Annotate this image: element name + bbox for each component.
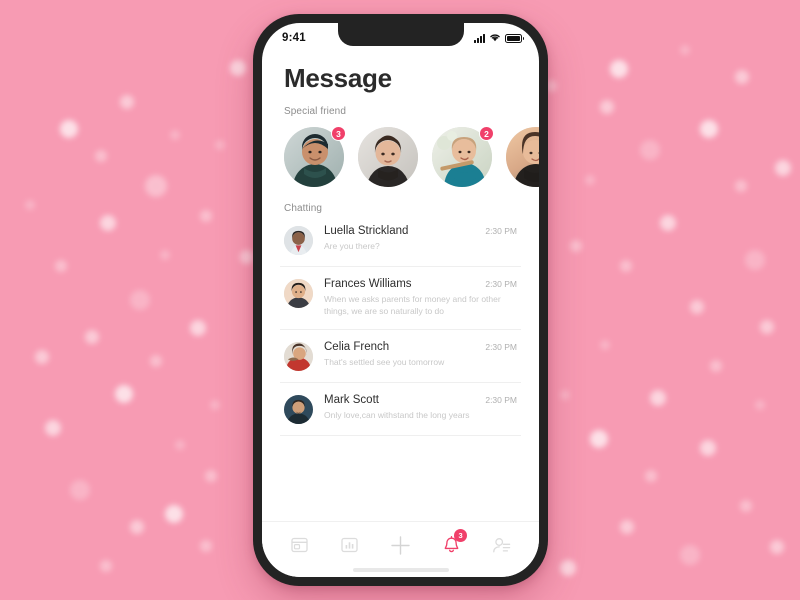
avatar (284, 226, 313, 255)
notification-badge: 3 (454, 529, 468, 542)
message-time: 2:30 PM (485, 341, 517, 352)
list-item-body: Celia French 2:30 PM That's settled see … (324, 341, 517, 368)
list-item[interactable]: Celia French 2:30 PM That's settled see … (280, 330, 521, 383)
status-time: 9:41 (282, 32, 306, 44)
list-item-body: Frances Williams 2:30 PM When we asks pa… (324, 278, 517, 318)
tab-notifications[interactable]: 3 (434, 529, 468, 557)
message-time: 2:30 PM (485, 279, 517, 289)
list-item-header: Mark Scott 2:30 PM (324, 394, 517, 406)
message-preview: Are you there? (324, 241, 380, 251)
window-card-icon (291, 537, 308, 553)
bottom-tab-bar[interactable]: 3 (262, 521, 539, 563)
list-item-body: Mark Scott 2:30 PM Only love,can withsta… (324, 394, 517, 421)
chat-list[interactable]: Luella Strickland 2:30 PM Are you there? (262, 214, 539, 436)
list-item-header: Celia French 2:30 PM (324, 341, 517, 353)
list-item[interactable]: Luella Strickland 2:30 PM Are you there? (280, 214, 521, 267)
phone-frame: 9:41 Message Special friend 3 2 Chatting… (253, 14, 548, 586)
special-friend-row[interactable]: 3 2 (262, 117, 539, 197)
avatar (284, 279, 313, 308)
chat-area: Luella Strickland 2:30 PM Are you there? (262, 214, 539, 521)
contact-person-icon (492, 537, 511, 554)
friend-badge: 2 (479, 126, 494, 141)
special-friend-item[interactable] (358, 127, 418, 187)
contact-name: Frances Williams (324, 278, 412, 290)
plus-icon (390, 535, 411, 556)
avatar (284, 394, 313, 424)
wifi-icon (489, 29, 501, 47)
contact-name: Celia French (324, 340, 390, 353)
bar-chart-icon (341, 537, 359, 553)
avatar (358, 127, 418, 187)
phone-notch (337, 23, 464, 46)
special-friend-label: Special friend (284, 106, 346, 117)
friend-badge: 3 (331, 126, 346, 141)
message-preview: When we asks parents for money and for o… (324, 294, 501, 317)
pink-bokeh-background: 9:41 Message Special friend 3 2 Chatting… (0, 0, 800, 600)
message-preview: Only love,can withstand the long years (324, 409, 470, 420)
tab-add[interactable] (383, 533, 417, 557)
list-item-header: Frances Williams 2:30 PM (324, 278, 517, 290)
battery-icon (505, 33, 524, 43)
home-indicator (262, 563, 539, 577)
list-item[interactable]: Frances Williams 2:30 PM When we asks pa… (280, 267, 521, 330)
list-item-header: Luella Strickland 2:30 PM (324, 225, 517, 237)
list-item-body: Luella Strickland 2:30 PM Are you there? (324, 225, 517, 252)
tab-window-card[interactable] (282, 533, 316, 557)
chatting-label: Chatting (284, 203, 323, 214)
phone-screen: 9:41 Message Special friend 3 2 Chatting… (262, 23, 539, 577)
contact-name: Luella Strickland (324, 225, 409, 237)
list-item[interactable]: Mark Scott 2:30 PM Only love,can withsta… (280, 383, 521, 436)
contact-name: Mark Scott (324, 393, 379, 406)
message-time: 2:30 PM (485, 226, 517, 236)
special-friend-item[interactable] (506, 127, 539, 187)
avatar (506, 127, 539, 187)
tab-bar-chart[interactable] (333, 533, 367, 557)
special-friend-item[interactable]: 2 (432, 126, 494, 187)
page-title: Message (284, 63, 392, 93)
message-time: 2:30 PM (485, 394, 517, 405)
special-friend-item[interactable]: 3 (284, 126, 346, 187)
message-preview: That's settled see you tomorrow (324, 356, 445, 367)
avatar (284, 341, 313, 371)
signal-bars-icon (474, 33, 485, 43)
status-icons (474, 29, 524, 47)
tab-contacts[interactable] (485, 533, 519, 557)
